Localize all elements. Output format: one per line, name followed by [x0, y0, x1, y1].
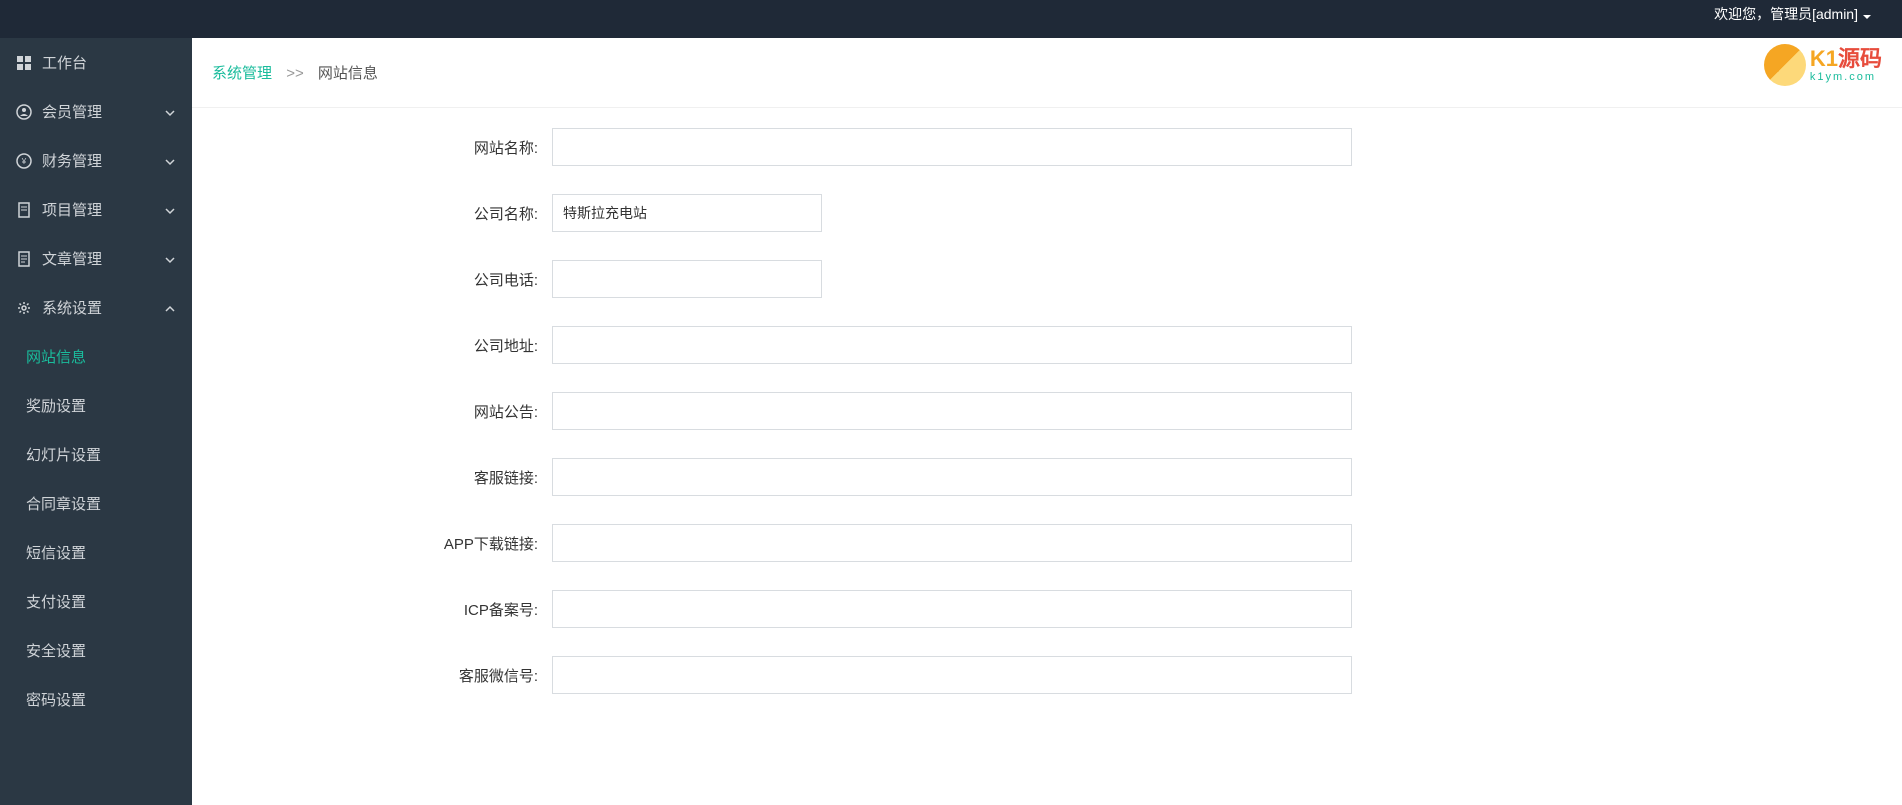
sidebar-item-label: 项目管理: [42, 199, 102, 220]
sidebar-subitem-label: 合同章设置: [26, 496, 101, 513]
form-label: 客服链接:: [232, 467, 552, 488]
form-label: 公司名称:: [232, 203, 552, 224]
logo-text-2: 源码: [1838, 46, 1882, 71]
sidebar-subitem-payment[interactable]: 支付设置: [0, 577, 192, 626]
chevron-down-icon: [164, 204, 176, 216]
chevron-down-icon: [164, 155, 176, 167]
sidebar-subitem-label: 安全设置: [26, 643, 86, 660]
sitename-field[interactable]: [552, 128, 1352, 166]
sidebar-item-label: 工作台: [42, 52, 87, 73]
form-row-sitename: 网站名称:: [232, 128, 1902, 166]
sidebar-subitem-contract[interactable]: 合同章设置: [0, 479, 192, 528]
form-label: 公司电话:: [232, 269, 552, 290]
chevron-up-icon: [164, 302, 176, 314]
app-link-field[interactable]: [552, 524, 1352, 562]
sidebar-subitem-password[interactable]: 密码设置: [0, 675, 192, 714]
sidebar-subitem-slides[interactable]: 幻灯片设置: [0, 430, 192, 479]
sidebar: 工作台 会员管理 ¥ 财务管理: [0, 38, 192, 805]
logo-circle-icon: [1764, 44, 1806, 86]
top-bar: 欢迎您，管理员[admin]: [0, 0, 1902, 38]
sidebar-subitem-sms[interactable]: 短信设置: [0, 528, 192, 577]
sidebar-subitem-label: 幻灯片设置: [26, 447, 101, 464]
breadcrumb-current: 网站信息: [318, 65, 378, 82]
welcome-text: 欢迎您，管理员[admin]: [1714, 4, 1858, 24]
form-label: 客服微信号:: [232, 665, 552, 686]
form-row-phone: 公司电话:: [232, 260, 1902, 298]
logo-text-1: K1: [1810, 46, 1838, 71]
form-label: ICP备案号:: [232, 599, 552, 620]
sidebar-subitem-security[interactable]: 安全设置: [0, 626, 192, 675]
form-row-address: 公司地址:: [232, 326, 1902, 364]
sidebar-subitem-label: 密码设置: [26, 692, 86, 709]
sidebar-item-articles[interactable]: 文章管理: [0, 234, 192, 283]
sidebar-item-label: 会员管理: [42, 101, 102, 122]
breadcrumb-link[interactable]: 系统管理: [212, 65, 272, 82]
form-row-wechat: 客服微信号:: [232, 656, 1902, 694]
brand-logo: K1源码 k1ym.com: [1764, 44, 1882, 86]
user-dropdown[interactable]: 欢迎您，管理员[admin]: [1714, 4, 1872, 24]
form-row-app-link: APP下载链接:: [232, 524, 1902, 562]
notice-field[interactable]: [552, 392, 1352, 430]
sidebar-item-label: 系统设置: [42, 297, 102, 318]
chevron-down-icon: [164, 253, 176, 265]
chevron-down-icon: [1862, 9, 1872, 19]
sidebar-item-settings[interactable]: 系统设置: [0, 283, 192, 332]
sidebar-item-projects[interactable]: 项目管理: [0, 185, 192, 234]
sidebar-subitem-reward[interactable]: 奖励设置: [0, 381, 192, 430]
user-circle-icon: [16, 104, 32, 120]
chevron-down-icon: [164, 106, 176, 118]
icp-field[interactable]: [552, 590, 1352, 628]
sidebar-subitem-siteinfo[interactable]: 网站信息: [0, 332, 192, 381]
form-row-notice: 网站公告:: [232, 392, 1902, 430]
breadcrumb: 系统管理 >> 网站信息: [192, 38, 1902, 108]
form-row-company: 公司名称:: [232, 194, 1902, 232]
gear-icon: [16, 300, 32, 316]
sidebar-item-label: 财务管理: [42, 150, 102, 171]
sidebar-subitem-label: 短信设置: [26, 545, 86, 562]
sidebar-item-label: 文章管理: [42, 248, 102, 269]
wechat-field[interactable]: [552, 656, 1352, 694]
sidebar-subitem-label: 支付设置: [26, 594, 86, 611]
address-field[interactable]: [552, 326, 1352, 364]
document-icon: [16, 202, 32, 218]
form-row-icp: ICP备案号:: [232, 590, 1902, 628]
company-field[interactable]: [552, 194, 822, 232]
sidebar-item-workbench[interactable]: 工作台: [0, 38, 192, 87]
sidebar-item-members[interactable]: 会员管理: [0, 87, 192, 136]
breadcrumb-separator: >>: [286, 65, 304, 82]
sidebar-subitem-label: 网站信息: [26, 349, 86, 366]
logo-subtext: k1ym.com: [1810, 72, 1882, 83]
sidebar-subitem-label: 奖励设置: [26, 398, 86, 415]
phone-field[interactable]: [552, 260, 822, 298]
form-label: 网站公告:: [232, 401, 552, 422]
file-icon: [16, 251, 32, 267]
svg-text:¥: ¥: [21, 157, 27, 166]
sidebar-item-finance[interactable]: ¥ 财务管理: [0, 136, 192, 185]
service-link-field[interactable]: [552, 458, 1352, 496]
coin-icon: ¥: [16, 153, 32, 169]
form-area: 网站名称: 公司名称: 公司电话: 公司地址: 网站公告: 客服链接:: [192, 118, 1902, 694]
grid-icon: [16, 55, 32, 71]
form-label: APP下载链接:: [232, 533, 552, 554]
form-label: 公司地址:: [232, 335, 552, 356]
form-row-service-link: 客服链接:: [232, 458, 1902, 496]
form-label: 网站名称:: [232, 137, 552, 158]
main-content: K1源码 k1ym.com 系统管理 >> 网站信息 网站名称: 公司名称: 公…: [192, 38, 1902, 805]
